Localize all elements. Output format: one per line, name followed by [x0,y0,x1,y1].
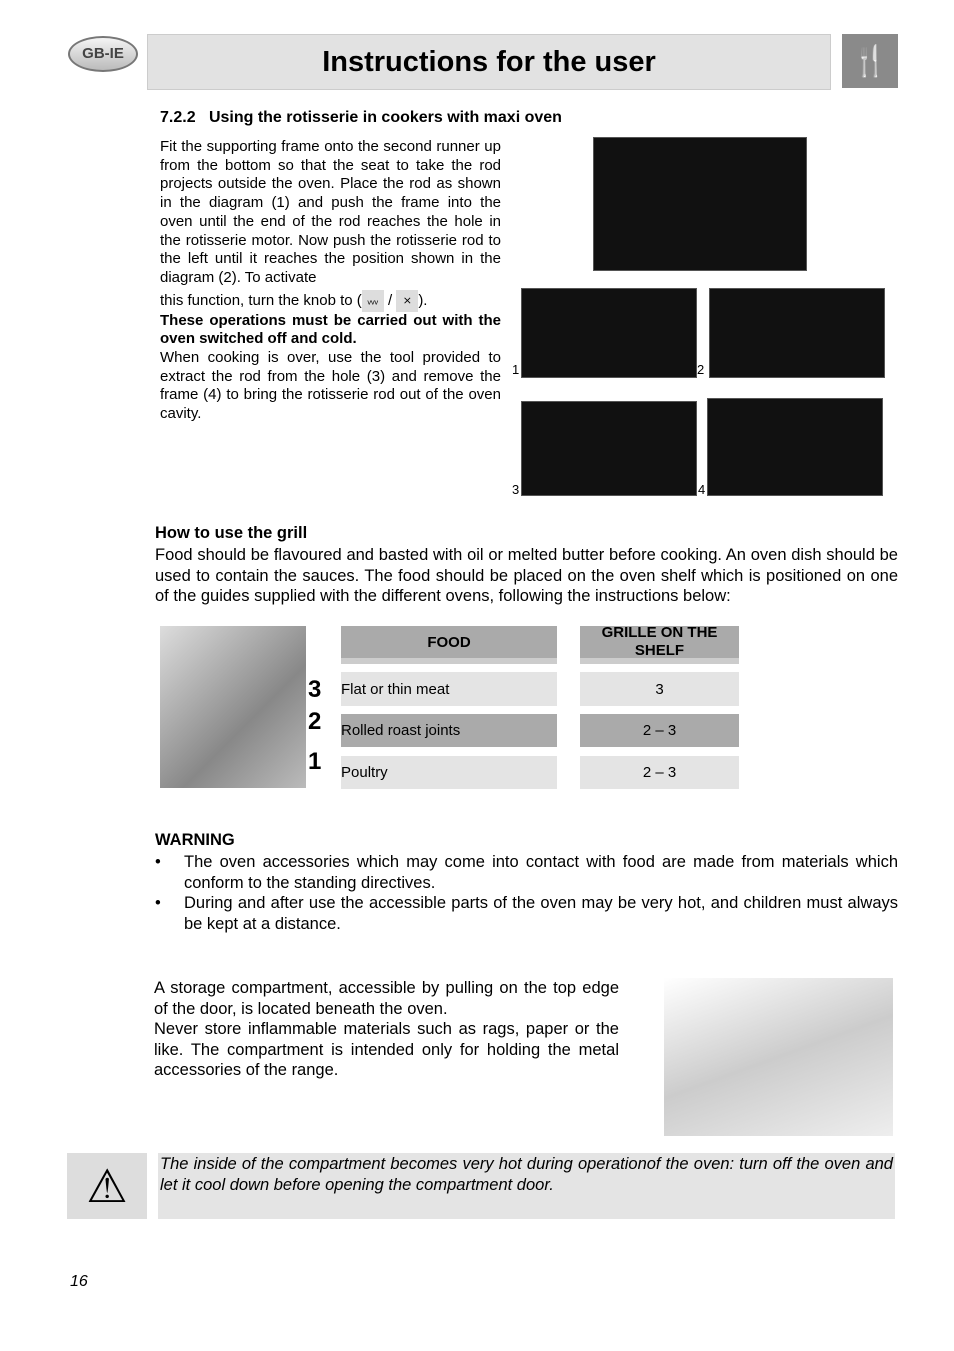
rotisserie-removal-paragraph: When cooking is over, use the tool provi… [160,349,501,423]
rod-photo-3 [521,401,697,496]
warning-item: During and after use the accessible part… [155,893,898,934]
frame-photo-4 [707,398,883,496]
grill-text: Food should be flavoured and basted with… [155,546,898,605]
table-cell: Flat or thin meat [341,672,557,706]
storage-paragraph: A storage compartment, accessible by pul… [154,979,619,1018]
page-title: Instructions for the user [147,34,831,90]
warning-heading: WARNING [155,831,235,849]
safety-note: These operations must be carried out wit… [160,311,501,348]
knob-end: ). [418,291,428,309]
region-badge: GB-IE [68,36,138,72]
rotisserie-paragraph: Fit the supporting frame onto the second… [160,138,501,286]
caution-box: The inside of the compartment becomes ve… [158,1153,895,1219]
oven-shelf-diagram [160,626,306,788]
storage-text: A storage compartment, accessible by pul… [154,978,619,1081]
shelf-number: 3 [308,676,322,703]
knob-separator: / [387,291,393,309]
oven-frame-photo [593,137,807,271]
rod-photo-2 [709,288,885,378]
section-title: Using the rotisserie in cookers with max… [208,109,562,126]
grill-heading: How to use the grill [155,524,308,542]
figure-label: 4 [698,482,706,497]
table-cell: 3 [580,672,739,706]
table-header: FOOD [341,626,557,664]
page-number: 16 [70,1273,88,1290]
storage-warning-paragraph: Never store inflammable materials such a… [154,1020,619,1079]
table-cell: Poultry [341,756,557,789]
table-cell: Rolled roast joints [341,714,557,747]
warning-item: The oven accessories which may come into… [155,852,898,893]
table-cell: 2 – 3 [580,756,739,789]
table-cell: 2 – 3 [580,714,739,747]
grill-symbol-icon: ᵥᵥᵥ [361,289,384,312]
warning-triangle-icon: ⚠ [67,1153,147,1219]
fan-grill-symbol-icon: ⨯ [396,289,419,312]
chef-hat-icon: 🍴 [842,34,898,88]
figure-label: 1 [512,362,520,377]
figure-label: 3 [512,482,520,497]
knob-text: this function, turn the knob to ( [160,291,362,309]
section-number: 7.2.2 [160,109,196,126]
shelf-number: 1 [308,748,322,775]
figure-label: 2 [697,362,705,377]
storage-compartment-photo [664,978,893,1136]
warning-list: The oven accessories which may come into… [155,852,898,934]
rotisserie-text: Fit the supporting frame onto the second… [160,138,501,424]
section-heading: 7.2.2 Using the rotisserie in cookers wi… [160,109,562,127]
rod-photo-1 [521,288,697,378]
shelf-number: 2 [308,708,322,735]
table-header: GRILLE ON THE SHELF [580,624,739,664]
